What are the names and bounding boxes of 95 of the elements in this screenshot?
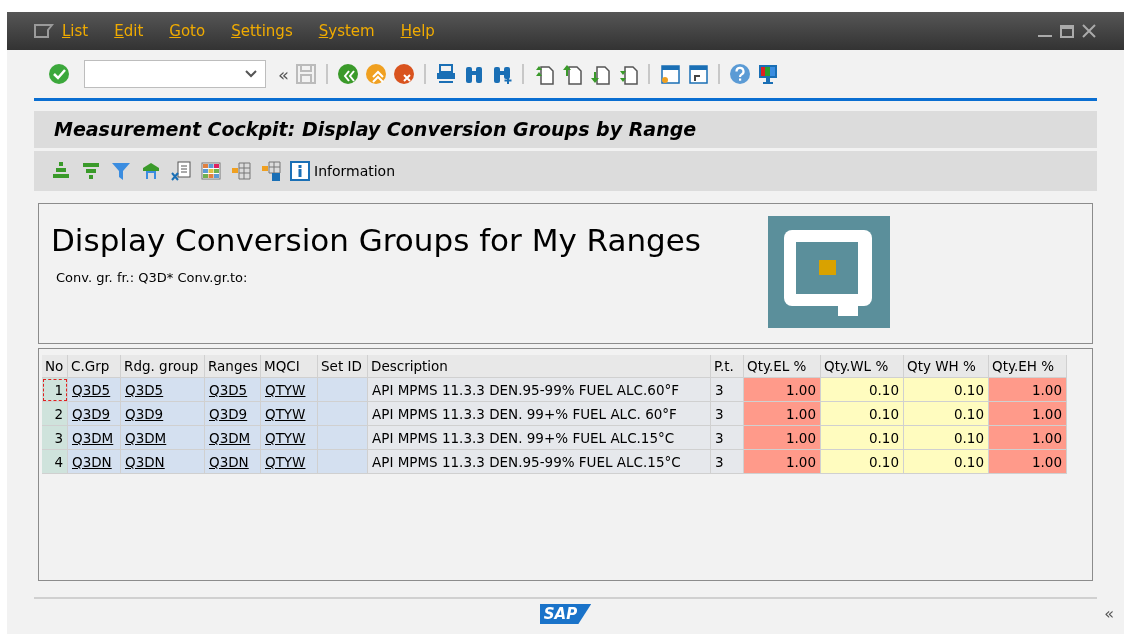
new-window-icon[interactable]	[659, 63, 681, 85]
table-cell: 0.10	[821, 402, 904, 426]
table-cell: 1.00	[744, 378, 821, 402]
table-cell: 0.10	[904, 450, 989, 474]
link[interactable]: Q3D5	[72, 382, 111, 398]
column-header[interactable]: Qty.WL %	[821, 355, 904, 378]
close-icon[interactable]	[1081, 23, 1097, 39]
first-page-icon[interactable]	[533, 63, 555, 85]
link[interactable]: Q3D9	[72, 406, 111, 422]
info-icon	[290, 161, 310, 181]
link[interactable]: QTYW	[265, 430, 306, 446]
table-cell: 0.10	[904, 426, 989, 450]
link[interactable]: Q3DN	[125, 454, 165, 470]
report-heading: Display Conversion Groups for My Ranges	[51, 221, 702, 260]
column-header[interactable]: Qty WH %	[904, 355, 989, 378]
filter-icon[interactable]	[110, 160, 132, 182]
link[interactable]: Q3D9	[209, 406, 248, 422]
export-icon[interactable]	[170, 160, 192, 182]
menu-item[interactable]: List	[62, 19, 89, 43]
command-field[interactable]	[84, 60, 266, 88]
sort-descending-icon[interactable]	[80, 160, 102, 182]
menu-item[interactable]: Settings	[231, 19, 293, 43]
table-cell: 1.00	[989, 426, 1067, 450]
previous-page-icon[interactable]	[561, 63, 583, 85]
link[interactable]: QTYW	[265, 382, 306, 398]
column-header[interactable]: No	[42, 355, 68, 378]
last-page-icon[interactable]	[617, 63, 639, 85]
table-cell: 0.10	[904, 378, 989, 402]
table-cell: 1.00	[744, 402, 821, 426]
exit-icon[interactable]	[365, 63, 387, 85]
table-cell: 3	[711, 426, 744, 450]
column-header[interactable]: Qty.EH %	[989, 355, 1067, 378]
table-cell: 0.10	[821, 378, 904, 402]
check-icon[interactable]	[48, 63, 70, 85]
selection-criteria: Conv. gr. fr.: Q3D* Conv.gr.to:	[56, 269, 249, 287]
logo-icon	[768, 216, 890, 328]
sap-logo: SAP	[539, 604, 592, 624]
table-cell: 2	[42, 402, 68, 426]
link[interactable]: Q3D5	[209, 382, 248, 398]
column-header[interactable]: Qty.EL %	[744, 355, 821, 378]
help-icon[interactable]	[729, 63, 751, 85]
link[interactable]: Q3D9	[125, 406, 164, 422]
shortcut-icon[interactable]	[687, 63, 709, 85]
layout-select-icon[interactable]	[230, 160, 252, 182]
link[interactable]: Q3DM	[125, 430, 167, 446]
link[interactable]: Q3DN	[209, 454, 249, 470]
table-cell: 1.00	[989, 402, 1067, 426]
table-cell: 0.10	[821, 450, 904, 474]
menu-item[interactable]: Help	[400, 19, 435, 43]
table-cell: 1.00	[744, 450, 821, 474]
table-cell: 3	[711, 402, 744, 426]
table-cell: 1	[42, 378, 68, 402]
table-cell: 3	[711, 450, 744, 474]
back-button[interactable]: «	[278, 60, 289, 88]
table-cell: API MPMS 11.3.3 DEN. 99+% FUEL ALC.15°C	[368, 426, 711, 450]
menu-icon[interactable]	[34, 24, 54, 38]
table-cell: API MPMS 11.3.3 DEN. 99+% FUEL ALC. 60°F	[368, 402, 711, 426]
grid-icon[interactable]	[200, 160, 222, 182]
table-cell: 3	[711, 378, 744, 402]
column-header[interactable]: Set ID	[318, 355, 368, 378]
menu-item[interactable]: Goto	[169, 19, 206, 43]
table-cell: 1.00	[744, 426, 821, 450]
column-header[interactable]: Rdg. group	[121, 355, 205, 378]
menu-item[interactable]: Edit	[114, 19, 144, 43]
next-page-icon[interactable]	[589, 63, 611, 85]
link[interactable]: QTYW	[265, 454, 306, 470]
column-header[interactable]: Description	[368, 355, 711, 378]
layout-save-icon[interactable]	[260, 160, 282, 182]
back-icon[interactable]	[337, 63, 359, 85]
layout-icon[interactable]	[757, 63, 779, 85]
maximize-icon[interactable]	[1059, 23, 1075, 39]
link[interactable]: Q3D5	[125, 382, 164, 398]
collapse-toggle[interactable]: «	[1104, 602, 1114, 626]
table-cell: 0.10	[821, 426, 904, 450]
column-header[interactable]: P.t.	[711, 355, 744, 378]
information-button[interactable]: Information	[290, 160, 396, 182]
dropdown-icon	[245, 70, 257, 78]
table-cell: 1.00	[989, 450, 1067, 474]
column-header[interactable]: C.Grp	[68, 355, 121, 378]
table-cell: 4	[42, 450, 68, 474]
table-cell: 3	[42, 426, 68, 450]
table-cell: 0.10	[904, 402, 989, 426]
link[interactable]: Q3DM	[209, 430, 251, 446]
link[interactable]: Q3DM	[72, 430, 114, 446]
table-cell: API MPMS 11.3.3 DEN.95-99% FUEL ALC.60°F	[368, 378, 711, 402]
menu-item[interactable]: System	[318, 19, 375, 43]
table-cell: API MPMS 11.3.3 DEN.95-99% FUEL ALC.15°C	[368, 450, 711, 474]
link[interactable]: QTYW	[265, 406, 306, 422]
cancel-icon[interactable]	[393, 63, 415, 85]
link[interactable]: Q3DN	[72, 454, 112, 470]
screen-title: Measurement Cockpit: Display Conversion Groups by Range	[54, 117, 697, 143]
column-header[interactable]: Ranges	[205, 355, 261, 378]
print-icon[interactable]	[435, 63, 457, 85]
table-cell: 1.00	[989, 378, 1067, 402]
column-header[interactable]: MQCI	[261, 355, 318, 378]
